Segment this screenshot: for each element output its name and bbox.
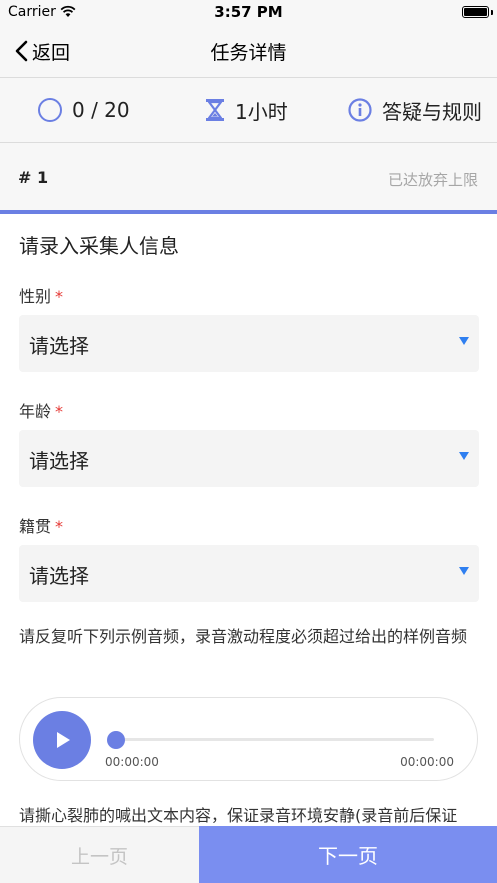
hometown-label-text: 籍贯	[19, 517, 52, 536]
section-divider	[0, 210, 497, 214]
hourglass-icon	[206, 99, 224, 121]
total-time: 00:00:00	[400, 755, 454, 769]
nav-bar: 返回 任务详情	[0, 26, 497, 78]
task-info-bar: 0 / 20 1小时 答疑与规则	[0, 78, 497, 143]
bottom-nav: 上一页 下一页	[0, 826, 497, 883]
age-select[interactable]: 请选择	[19, 430, 479, 487]
section-title: 请录入采集人信息	[19, 234, 179, 258]
progress-text: 0 / 20	[72, 98, 130, 122]
rules-text: 答疑与规则	[382, 99, 482, 124]
audio-progress-thumb[interactable]	[107, 731, 125, 749]
back-chevron-icon	[15, 40, 28, 62]
gender-label: 性别 *	[19, 283, 63, 307]
page-title: 任务详情	[210, 42, 287, 64]
status-bar: Carrier 3:57 PM	[0, 0, 497, 26]
status-time: 3:57 PM	[214, 3, 283, 21]
next-page-button[interactable]: 下一页	[199, 826, 497, 883]
duration-indicator: 1小时	[205, 96, 288, 124]
age-label: 年龄 *	[19, 398, 63, 422]
sample-audio-instruction: 请反复听下列示例音频，录音激动程度必须超过给出的样例音频	[19, 627, 468, 646]
battery-icon	[462, 6, 489, 18]
back-button[interactable]: 返回	[14, 38, 70, 64]
gender-select-value: 请选择	[29, 334, 89, 358]
task-header: # 1 已达放弃上限	[0, 143, 497, 211]
sample-audio-player: 00:00:00 00:00:00	[19, 697, 478, 781]
gender-label-text: 性别	[19, 287, 52, 306]
dropdown-arrow-icon	[459, 452, 469, 460]
progress-circle-icon	[38, 98, 62, 122]
rules-link[interactable]: 答疑与规则	[348, 96, 482, 124]
audio-progress-track[interactable]	[109, 738, 434, 741]
prev-page-button[interactable]: 上一页	[0, 826, 199, 883]
play-icon	[57, 732, 70, 748]
duration-text: 1小时	[235, 99, 288, 124]
current-time: 00:00:00	[105, 755, 159, 769]
hometown-select-value: 请选择	[29, 564, 89, 588]
required-mark: *	[55, 287, 64, 306]
dropdown-arrow-icon	[459, 567, 469, 575]
gender-select[interactable]: 请选择	[19, 315, 479, 372]
task-number: # 1	[18, 168, 49, 187]
age-select-value: 请选择	[29, 449, 89, 473]
age-label-text: 年龄	[19, 402, 52, 421]
required-mark: *	[55, 402, 64, 421]
battery-cap	[491, 10, 493, 15]
dropdown-arrow-icon	[459, 337, 469, 345]
recording-instruction: 请撕心裂肺的喊出文本内容，保证录音环境安静(录音前后保证	[19, 806, 458, 825]
hometown-select[interactable]: 请选择	[19, 545, 479, 602]
hometown-label: 籍贯 *	[19, 513, 63, 537]
info-icon	[348, 98, 372, 122]
required-mark: *	[55, 517, 64, 536]
progress-indicator: 0 / 20	[38, 96, 130, 124]
play-button[interactable]	[33, 711, 91, 769]
back-label: 返回	[32, 41, 71, 64]
abandon-limit-text: 已达放弃上限	[387, 171, 478, 189]
